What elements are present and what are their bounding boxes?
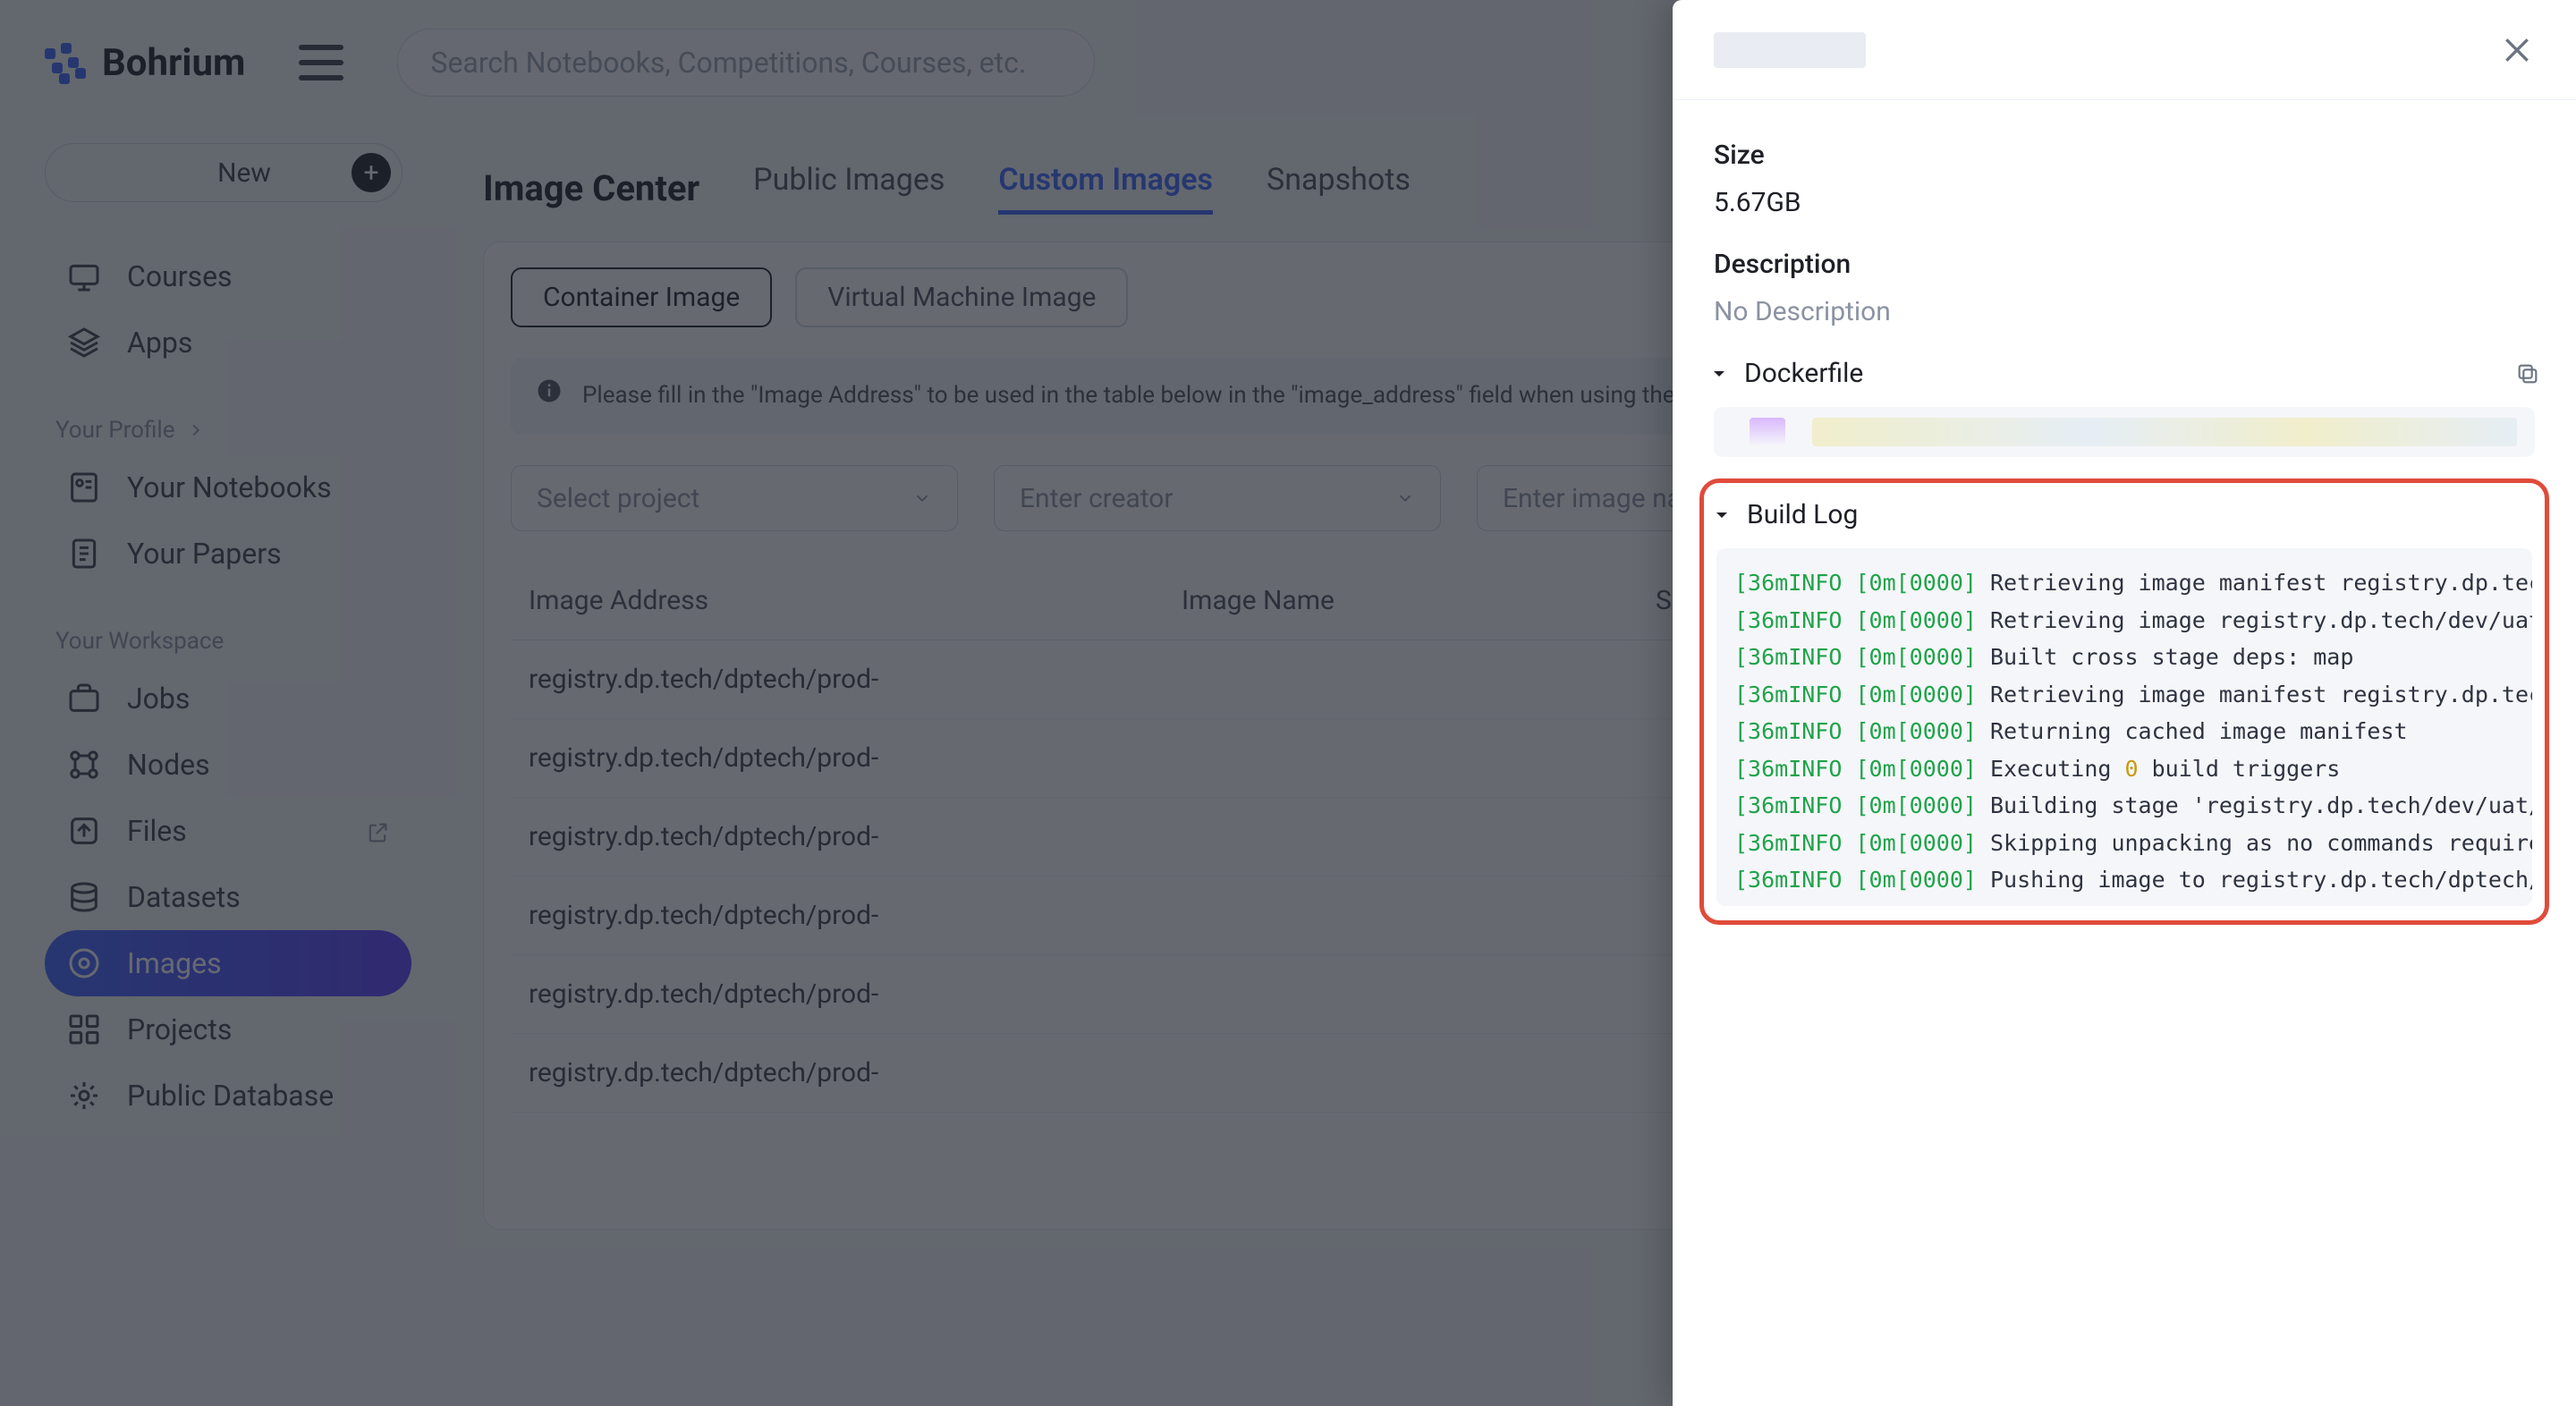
caret-down-icon xyxy=(1708,363,1730,385)
build-log-highlight: Build Log [36mINFO [0m[0000] Retrieving … xyxy=(1699,479,2549,925)
buildlog-accordion[interactable]: Build Log xyxy=(1711,499,2538,530)
dockerfile-content xyxy=(1714,407,2535,457)
build-log-content: [36mINFO [0m[0000] Retrieving image mani… xyxy=(1716,548,2532,906)
size-label: Size xyxy=(1714,140,2535,171)
caret-down-icon xyxy=(1711,504,1733,526)
close-icon[interactable] xyxy=(2499,32,2535,68)
drawer-title-placeholder xyxy=(1714,32,1866,68)
size-value: 5.67GB xyxy=(1714,187,2535,218)
description-label: Description xyxy=(1714,249,2535,280)
dockerfile-accordion[interactable]: Dockerfile xyxy=(1708,358,2540,389)
description-value: No Description xyxy=(1714,296,2535,327)
image-detail-drawer: Size 5.67GB Description No Description D… xyxy=(1673,0,2576,1406)
copy-icon[interactable] xyxy=(2515,361,2540,386)
